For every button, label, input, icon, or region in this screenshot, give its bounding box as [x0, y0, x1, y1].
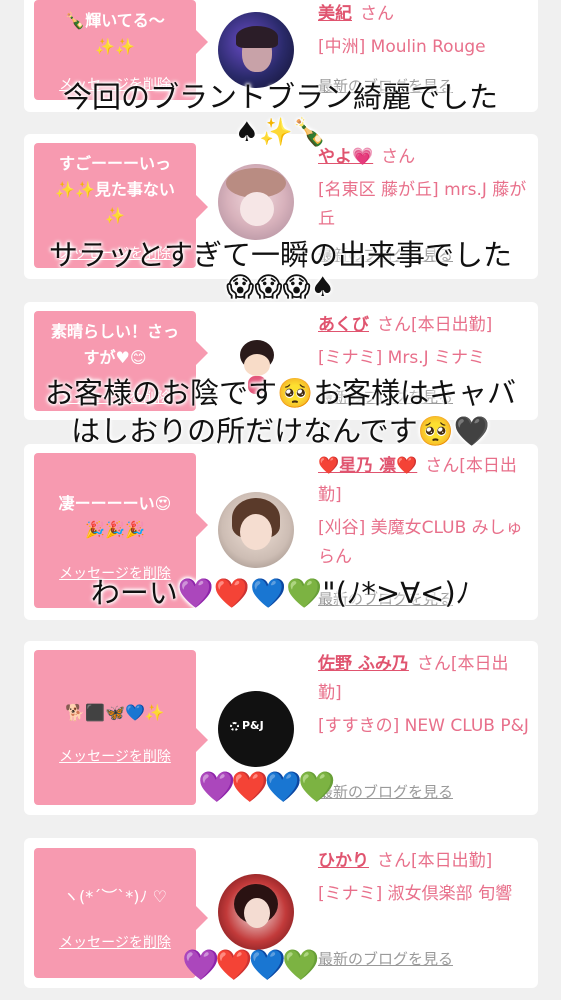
message-text: 素晴らしい！さっ — [50, 322, 179, 341]
cast-name-link[interactable]: 美紀 — [318, 4, 352, 24]
shop-logo-text: P&J — [242, 719, 264, 732]
overlay-hearts: 💜❤️💙💚 — [182, 948, 319, 983]
cast-suffix: さん[本日出勤] — [377, 851, 493, 871]
overlay-caption: サラッとすぎて一瞬の出来事でした — [48, 238, 513, 272]
cast-name-link[interactable]: 佐野 ふみ乃 — [318, 654, 409, 674]
overlay-emoji: ♠✨🍾 — [234, 117, 327, 148]
cast-name-link[interactable]: やよ💗 — [318, 147, 373, 167]
cast-info: 美紀 さん [中洲] Moulin Rouge — [318, 0, 532, 62]
message-text: 🐕⬛🦋💙✨ — [65, 703, 165, 722]
cast-info: やよ💗 さん [名東区 藤が丘] mrs.J 藤が丘 — [318, 143, 532, 234]
latest-blog-link[interactable]: 最新のブログを見る — [318, 948, 453, 969]
overlay-caption: わーい💜❤️💙💚"(ﾉ*>∀<)ﾉ — [90, 576, 471, 610]
delete-message-link[interactable]: メッセージを削除 — [34, 744, 196, 770]
avatar[interactable] — [218, 874, 294, 950]
avatar[interactable] — [218, 492, 294, 568]
avatar[interactable]: P&J — [218, 691, 294, 767]
message-text: 🍾輝いてる〜 — [65, 11, 165, 30]
cast-suffix: さん — [360, 4, 394, 24]
overlay-caption: はしおりの所だけなんです🥺🖤 — [71, 414, 490, 448]
overlay-hearts: 💜❤️💙💚 — [198, 770, 335, 805]
cast-name-link[interactable]: ひかり — [318, 851, 369, 871]
cast-suffix: さん[本日出勤] — [377, 315, 493, 335]
overlay-caption: お客様のお陰です🥺お客様はキャバ — [44, 376, 517, 410]
message-text: ヽ(*´︶`*)ﾉ ♡ — [63, 887, 167, 906]
cast-name-link[interactable]: あくび — [318, 315, 369, 335]
cast-info: ひかり さん[本日出勤] [ミナミ] 淑女倶楽部 旬響 — [318, 847, 532, 909]
overlay-emoji: 😱😱😱♠ — [226, 272, 335, 303]
overlay-caption: 今回のブラントブラン綺麗でした — [62, 80, 498, 114]
avatar[interactable] — [218, 164, 294, 240]
message-bubble: ヽ(*´︶`*)ﾉ ♡ メッセージを削除 — [34, 848, 208, 978]
shop-label: [ミナミ] Mrs.J ミナミ — [318, 348, 486, 368]
message-text: ✨✨ — [95, 37, 135, 56]
cast-name-link[interactable]: ❤️星乃 凛❤️ — [318, 456, 417, 476]
cast-suffix: さん — [381, 147, 416, 167]
message-text: すが♥😊 — [83, 348, 147, 367]
shop-label: [名東区 藤が丘] mrs.J 藤が丘 — [318, 180, 527, 229]
message-text: 🎉🎉🎉 — [85, 520, 145, 539]
message-text: すごーーーいっ — [58, 154, 171, 173]
shop-label: [すすきの] NEW CLUB P&J — [318, 716, 529, 736]
cast-info: あくび さん[本日出勤] [ミナミ] Mrs.J ミナミ — [318, 311, 532, 373]
shop-label: [刈谷] 美魔女CLUB みしゅらん — [318, 518, 523, 567]
delete-message-link[interactable]: メッセージを削除 — [34, 930, 196, 956]
message-bubble: 🐕⬛🦋💙✨ メッセージを削除 — [34, 650, 208, 805]
message-text: ✨✨見た事ない — [55, 180, 175, 199]
message-text: 凄ーーーーい😍 — [58, 494, 172, 513]
cast-info: ❤️星乃 凛❤️ さん[本日出勤] [刈谷] 美魔女CLUB みしゅらん — [318, 452, 532, 572]
message-text: ✨ — [105, 206, 125, 225]
cast-info: 佐野 ふみ乃 さん[本日出勤] [すすきの] NEW CLUB P&J — [318, 650, 532, 741]
latest-blog-link[interactable]: 最新のブログを見る — [318, 781, 453, 802]
shop-label: [ミナミ] 淑女倶楽部 旬響 — [318, 884, 513, 904]
shop-label: [中洲] Moulin Rouge — [318, 37, 486, 57]
